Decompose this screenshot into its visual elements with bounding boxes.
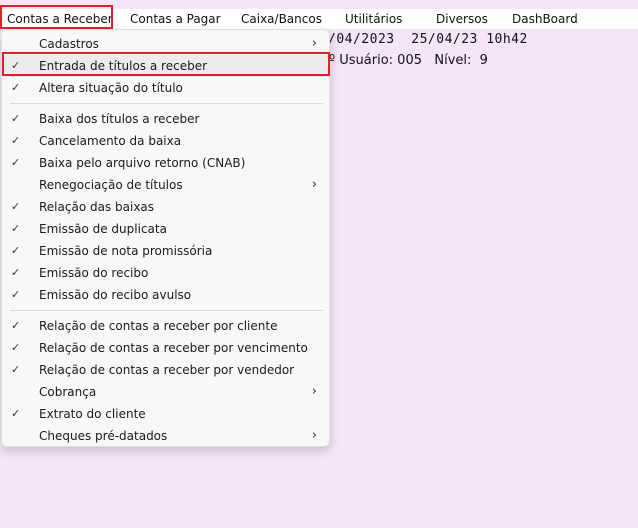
terminal-date-line: /04/2023 25/04/23 10h42: [328, 32, 528, 47]
menu-item-label: Renegociação de títulos: [39, 178, 183, 192]
menu-item-label: Emissão de duplicata: [39, 222, 167, 236]
check-icon: ✓: [11, 156, 21, 169]
menu-item-extrato-do-cliente[interactable]: ✓ Extrato do cliente: [2, 403, 329, 425]
check-icon: ✓: [11, 59, 21, 72]
menu-item-emissao-duplicata[interactable]: ✓ Emissão de duplicata: [2, 218, 329, 240]
menu-item-label: Relação de contas a receber por cliente: [39, 319, 278, 333]
check-icon: ✓: [11, 200, 21, 213]
menu-item-relacao-por-cliente[interactable]: ✓ Relação de contas a receber por client…: [2, 315, 329, 337]
menu-item-cheques-pre-datados[interactable]: Cheques pré-datados ›: [2, 425, 329, 447]
menu-item-label: Entrada de títulos a receber: [39, 59, 208, 73]
terminal-user-line: º Usuário: 005 Nível: 9: [329, 53, 488, 68]
menu-item-relacao-por-vendedor[interactable]: ✓ Relação de contas a receber por vended…: [2, 359, 329, 381]
menu-dashboard[interactable]: DashBoard: [512, 9, 578, 29]
menu-item-altera-situacao[interactable]: ✓ Altera situação do título: [2, 77, 329, 99]
check-icon: ✓: [11, 288, 21, 301]
menu-diversos[interactable]: Diversos: [436, 9, 488, 29]
menu-item-cancelamento-da-baixa[interactable]: ✓ Cancelamento da baixa: [2, 130, 329, 152]
menu-contas-a-pagar[interactable]: Contas a Pagar: [130, 9, 221, 29]
chevron-right-icon: ›: [311, 384, 317, 399]
menu-item-cobranca[interactable]: Cobrança ›: [2, 381, 329, 403]
check-icon: ✓: [11, 81, 21, 94]
menu-item-label: Relação das baixas: [39, 200, 155, 214]
menu-caixa-bancos[interactable]: Caixa/Bancos: [241, 9, 322, 29]
menu-item-cadastros[interactable]: Cadastros ›: [2, 33, 329, 55]
menu-item-baixa-cnab[interactable]: ✓ Baixa pelo arquivo retorno (CNAB): [2, 152, 329, 174]
menu-item-label: Extrato do cliente: [39, 407, 146, 421]
menu-item-renegociacao[interactable]: Renegociação de títulos ›: [2, 174, 329, 196]
menu-item-label: Emissão de nota promissória: [39, 244, 213, 258]
menu-item-label: Relação de contas a receber por vencimen…: [39, 341, 308, 355]
menu-item-emissao-recibo-avulso[interactable]: ✓ Emissão do recibo avulso: [2, 284, 329, 306]
check-icon: ✓: [11, 244, 21, 257]
check-icon: ✓: [11, 134, 21, 147]
check-icon: ✓: [11, 341, 21, 354]
menu-item-entrada-de-titulos[interactable]: ✓ Entrada de títulos a receber: [2, 55, 329, 77]
highlight-box-menu: [0, 5, 113, 29]
chevron-right-icon: ›: [311, 177, 317, 192]
check-icon: ✓: [11, 319, 21, 332]
check-icon: ✓: [11, 112, 21, 125]
menu-item-label: Emissão do recibo: [39, 266, 149, 280]
menu-item-label: Altera situação do título: [39, 81, 183, 95]
menu-item-emissao-recibo[interactable]: ✓ Emissão do recibo: [2, 262, 329, 284]
menu-item-emissao-nota-promissoria[interactable]: ✓ Emissão de nota promissória: [2, 240, 329, 262]
menu-item-label: Cobrança: [39, 385, 97, 399]
menu-item-relacao-por-vencimento[interactable]: ✓ Relação de contas a receber por vencim…: [2, 337, 329, 359]
check-icon: ✓: [11, 266, 21, 279]
menu-item-label: Baixa dos títulos a receber: [39, 112, 200, 126]
check-icon: ✓: [11, 363, 21, 376]
check-icon: ✓: [11, 222, 21, 235]
check-icon: ✓: [11, 407, 21, 420]
menu-separator: [10, 310, 323, 311]
menu-utilitarios[interactable]: Utilitários: [345, 9, 402, 29]
dropdown-menu-contas-a-receber: Cadastros › ✓ Entrada de títulos a receb…: [1, 29, 330, 447]
menu-item-label: Cheques pré-datados: [39, 429, 168, 443]
menu-separator: [10, 103, 323, 104]
menu-item-relacao-das-baixas[interactable]: ✓ Relação das baixas: [2, 196, 329, 218]
menu-item-label: Cadastros: [39, 37, 99, 51]
menu-item-label: Emissão do recibo avulso: [39, 288, 192, 302]
chevron-right-icon: ›: [311, 428, 317, 443]
menu-item-label: Baixa pelo arquivo retorno (CNAB): [39, 156, 246, 170]
chevron-right-icon: ›: [311, 36, 317, 51]
menu-item-label: Relação de contas a receber por vendedor: [39, 363, 295, 377]
menu-item-label: Cancelamento da baixa: [39, 134, 182, 148]
menu-item-baixa-dos-titulos[interactable]: ✓ Baixa dos títulos a receber: [2, 108, 329, 130]
